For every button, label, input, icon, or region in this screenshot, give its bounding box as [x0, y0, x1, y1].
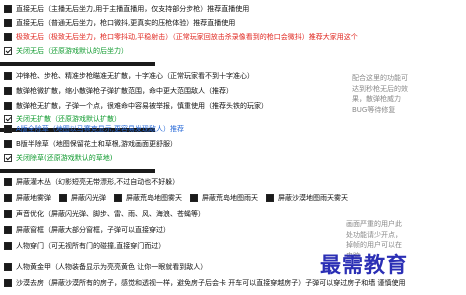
- option-shotgun-no-spread[interactable]: 散弹枪无扩散，子弹一个点，很难命中容易被举报，慎重使用（推荐头铁的玩家）: [4, 100, 268, 112]
- option-label: 直接无后（主播无后坐力,用于主播直播用，仅支持部分步枪）推荐直播使用: [16, 5, 250, 13]
- option-walk-through-doors[interactable]: 人物穿门（可无视所有门的碰撞,直接穿门而过）: [4, 240, 165, 252]
- option-label: 屏蔽闪光弹: [71, 194, 106, 202]
- checkbox-checked[interactable]: [4, 47, 12, 55]
- option-label: B版半除草（地图保留花土和草根,游戏画面更舒服）: [16, 140, 178, 148]
- option-hide-window-frames[interactable]: 屏蔽窗框（屏蔽大部分窗框，子弹可以直接穿过）: [4, 224, 170, 236]
- option-label: 屏蔽荒岛地图雾天: [126, 194, 182, 202]
- checkbox-unchecked[interactable]: [4, 178, 12, 186]
- checkbox-unchecked[interactable]: [4, 210, 12, 218]
- option-label: 散弹枪无扩散，子弹一个点，很难命中容易被举报，慎重使用（推荐头铁的玩家）: [16, 102, 268, 110]
- option-disable-grass-removal[interactable]: 关闭除草(还原游戏默认的草地): [4, 152, 112, 164]
- option-label-highlight: 极致无后（极致无后坐力，枪口零抖动,平稳射击）（正常玩家回放击杀录像看到的枪口会…: [16, 33, 358, 41]
- option-label: 沙漠去房（屏蔽沙漠所有的房子，感觉和透视一样，避免房子后会卡 开车可以直接穿越房…: [16, 279, 406, 287]
- checkbox-checked[interactable]: [4, 115, 12, 123]
- option-label-highlight: A版全除草（地图以马赛克显示,更容易发现敌人）推荐: [16, 125, 185, 133]
- option-label: 屏蔽窗框（屏蔽大部分窗框，子弹可以直接穿过）: [16, 226, 170, 234]
- option-label: 散弹枪微扩散，缩小散弹枪子弹扩散范围，命中更大范围敌人（推荐）: [16, 87, 233, 95]
- option-grass-removal-b[interactable]: B版半除草（地图保留花土和草根,游戏画面更舒服）: [4, 138, 177, 150]
- option-label: 冲锋枪、步枪、精准步枪瞄准无扩散，十字准心（正常玩家看不到十字准心）: [16, 72, 254, 80]
- checkbox-unchecked[interactable]: [4, 263, 12, 271]
- option-rifle-no-spread[interactable]: 冲锋枪、步枪、精准步枪瞄准无扩散，十字准心（正常玩家看不到十字准心）: [4, 70, 254, 82]
- option-label: 人物黄金甲（人物装备显示为亮亮黄色 让你一眼就看到敌人）: [16, 263, 208, 271]
- section-divider: [0, 62, 155, 66]
- option-label: 屏蔽地雾弹: [16, 194, 51, 202]
- watermark-logo: 最需教育: [320, 252, 408, 277]
- option-hide-island-fog[interactable]: 屏蔽荒岛地图雾天: [114, 193, 182, 203]
- option-label-default: 关闭无后（还原游戏默认的后坐力）: [16, 47, 128, 55]
- option-label: 声音优化（屏蔽闪光弹、脚步、雷、雨、风、海浪、苍蝇等）: [16, 210, 205, 218]
- option-grass-removal-a[interactable]: A版全除草（地图以马赛克显示,更容易发现敌人）推荐: [4, 123, 184, 135]
- checkbox-unchecked[interactable]: [4, 242, 12, 250]
- option-hide-flashbang[interactable]: 屏蔽闪光弹: [59, 193, 106, 203]
- checkbox-unchecked[interactable]: [4, 102, 12, 110]
- note-line: 配合这里的功能可: [352, 74, 408, 82]
- checkbox-unchecked[interactable]: [4, 125, 12, 133]
- option-label: 人物穿门（可无视所有门的碰撞,直接穿门而过）: [16, 242, 166, 250]
- note-line: 达到秒枪无后的效: [352, 84, 408, 93]
- note-line: BUG等待修复: [352, 105, 396, 114]
- option-row-hide-effects: 屏蔽地雾弹 屏蔽闪光弹 屏蔽荒岛地图雾天 屏蔽荒岛地图雨天 屏蔽沙漠地图雨天雾天: [4, 192, 356, 204]
- option-hide-smoke[interactable]: 屏蔽地雾弹: [4, 193, 51, 203]
- checkbox-unchecked[interactable]: [190, 194, 198, 202]
- checkbox-checked[interactable]: [4, 154, 12, 162]
- option-direct-nolag-normal[interactable]: 直接无后（普通无后坐力，枪口微抖,更真实的压枪体验）推荐直播使用: [4, 17, 235, 29]
- checkbox-unchecked[interactable]: [59, 194, 67, 202]
- checkbox-unchecked[interactable]: [4, 87, 12, 95]
- checkbox-unchecked[interactable]: [266, 194, 274, 202]
- option-gold-armor[interactable]: 人物黄金甲（人物装备显示为亮亮黄色 让你一眼就看到敌人）: [4, 261, 207, 273]
- option-direct-nolag-streamer[interactable]: 直接无后（主播无后坐力,用于主播直播用，仅支持部分步枪）推荐直播使用: [4, 3, 249, 15]
- spread-note: 配合这里的功能可 达到秒枪无后的效 果，散弹枪威力 BUG等待修复: [352, 73, 408, 115]
- option-hide-desert-weather[interactable]: 屏蔽沙漠地图雨天雾天: [266, 193, 348, 203]
- option-label-default: 关闭除草(还原游戏默认的草地): [16, 154, 113, 162]
- note-line: 果，散弹枪威力: [352, 95, 401, 103]
- option-extreme-nolag[interactable]: 极致无后（极致无后坐力，枪口零抖动,平稳射击）（正常玩家回放击杀录像看到的枪口会…: [4, 31, 358, 43]
- checkbox-unchecked[interactable]: [4, 33, 12, 41]
- option-label: 屏蔽沙漠地图雨天雾天: [278, 194, 348, 202]
- checkbox-unchecked[interactable]: [4, 72, 12, 80]
- option-shotgun-micro-spread[interactable]: 散弹枪微扩散，缩小散弹枪子弹扩散范围，命中更大范围敌人（推荐）: [4, 85, 233, 97]
- option-sound-optimize[interactable]: 声音优化（屏蔽闪光弹、脚步、雷、雨、风、海浪、苍蝇等）: [4, 208, 205, 220]
- option-label: 屏蔽荒岛地图雨天: [202, 194, 258, 202]
- note-line: 画面严重的用户此: [346, 220, 402, 228]
- checkbox-unchecked[interactable]: [114, 194, 122, 202]
- checkbox-unchecked[interactable]: [4, 5, 12, 13]
- section-divider: [0, 169, 155, 173]
- option-hide-bushes[interactable]: 屏蔽灌木丛（幻影短亮无带漂形,不过自动也不好躲）: [4, 176, 179, 188]
- checkbox-unchecked[interactable]: [4, 226, 12, 234]
- checkbox-unchecked[interactable]: [4, 194, 12, 202]
- option-label: 屏蔽灌木丛（幻影短亮无带漂形,不过自动也不好躲）: [16, 178, 180, 186]
- checkbox-unchecked[interactable]: [4, 279, 12, 287]
- option-disable-nolag[interactable]: 关闭无后（还原游戏默认的后坐力）: [4, 45, 128, 57]
- option-hide-island-rain[interactable]: 屏蔽荒岛地图雨天: [190, 193, 258, 203]
- checkbox-unchecked[interactable]: [4, 19, 12, 27]
- option-label: 直接无后（普通无后坐力，枪口微抖,更真实的压枪体验）推荐直播使用: [16, 19, 236, 27]
- checkbox-unchecked[interactable]: [4, 140, 12, 148]
- note-line: 处功能请少开点，: [346, 230, 402, 239]
